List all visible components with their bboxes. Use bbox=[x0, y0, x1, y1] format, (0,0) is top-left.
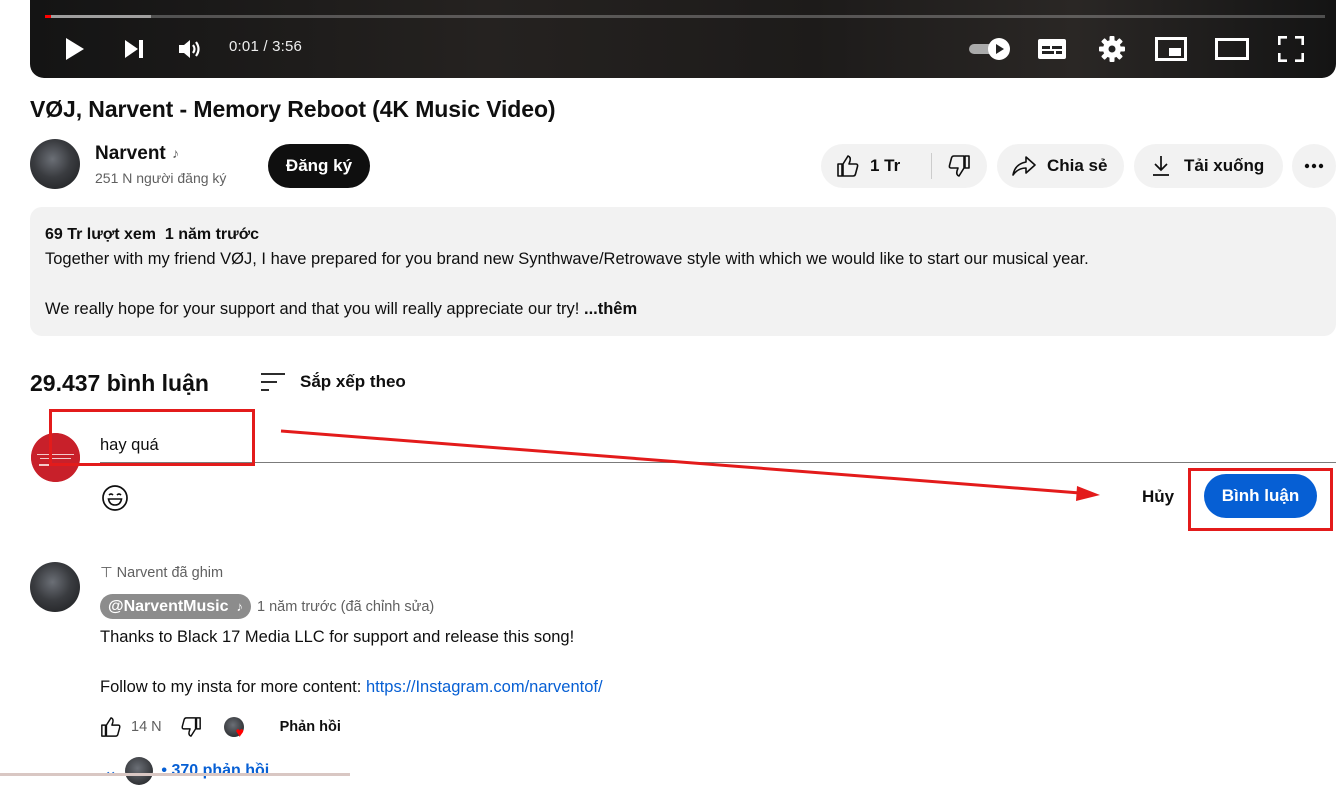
annotation-box-submit bbox=[1188, 468, 1333, 531]
pinned-indicator: ⊤ Narvent đã ghim bbox=[100, 565, 223, 581]
share-label: Chia sẻ bbox=[1047, 156, 1108, 175]
view-count: 69 Tr lượt xem bbox=[45, 226, 157, 243]
thumbs-up-icon bbox=[101, 717, 121, 737]
upload-date: 1 năm trước bbox=[164, 226, 260, 243]
description-box[interactable]: 69 Tr lượt xem 1 năm trước Together with… bbox=[30, 207, 1336, 336]
download-button[interactable]: Tải xuống bbox=[1134, 144, 1283, 188]
volume-button[interactable] bbox=[175, 34, 207, 64]
music-note-icon: ♪ bbox=[236, 599, 244, 614]
instagram-link[interactable]: https://Instagram.com/narventof/ bbox=[366, 678, 603, 696]
annotation-box-input bbox=[49, 409, 255, 466]
like-button[interactable]: 1 Tr bbox=[821, 154, 931, 178]
download-label: Tải xuống bbox=[1184, 156, 1265, 175]
like-count: 1 Tr bbox=[870, 156, 901, 175]
view-replies-button[interactable]: ⌄ • 370 phản hồi bbox=[104, 757, 269, 785]
channel-avatar[interactable] bbox=[30, 139, 80, 189]
replies-count: 370 phản hồi bbox=[171, 762, 270, 779]
comment-author-handle[interactable]: @NarventMusic ♪ bbox=[100, 594, 252, 619]
progress-bar[interactable] bbox=[45, 15, 1325, 18]
emoji-icon bbox=[102, 485, 128, 511]
play-icon bbox=[66, 38, 84, 60]
miniplayer-icon bbox=[1155, 37, 1187, 61]
autoplay-toggle[interactable] bbox=[965, 34, 1015, 64]
author-handle-text: @NarventMusic bbox=[108, 597, 229, 615]
sort-label: Sắp xếp theo bbox=[300, 372, 406, 391]
theater-mode-button[interactable] bbox=[1214, 34, 1250, 64]
comment-timestamp[interactable]: 1 năm trước (đã chỉnh sửa) bbox=[257, 599, 434, 615]
settings-button[interactable] bbox=[1097, 34, 1127, 64]
share-icon bbox=[1012, 156, 1036, 176]
subscribe-button[interactable]: Đăng ký bbox=[268, 144, 370, 188]
autoplay-toggle-icon bbox=[969, 38, 1010, 60]
channel-name[interactable]: Narvent bbox=[95, 143, 166, 165]
gear-icon bbox=[1099, 36, 1125, 62]
like-dislike-group: 1 Tr bbox=[821, 144, 987, 188]
reply-author-avatar bbox=[125, 757, 154, 785]
creator-heart-badge: ♥ bbox=[223, 717, 244, 740]
volume-icon bbox=[179, 40, 200, 58]
chevron-down-icon: ⌄ bbox=[104, 763, 118, 780]
description-line-1: Together with my friend VØJ, I have prep… bbox=[45, 250, 1089, 268]
more-horizontal-icon bbox=[1304, 163, 1324, 169]
subtitles-icon bbox=[1038, 39, 1066, 59]
sort-button[interactable]: Sắp xếp theo bbox=[260, 372, 406, 392]
play-button[interactable] bbox=[60, 34, 90, 64]
miniplayer-button[interactable] bbox=[1154, 34, 1188, 64]
comment-text-line-1: Thanks to Black 17 Media LLC for support… bbox=[100, 628, 575, 646]
cancel-button[interactable]: Hủy bbox=[1133, 476, 1183, 518]
time-display: 0:01 / 3:56 bbox=[229, 38, 303, 55]
progress-buffer bbox=[45, 15, 152, 18]
reply-button[interactable]: Phản hồi bbox=[280, 719, 341, 735]
comment-input-underline bbox=[100, 462, 1336, 463]
music-artist-icon: ♪ bbox=[172, 145, 179, 161]
description-meta: 69 Tr lượt xem 1 năm trước bbox=[45, 226, 259, 244]
comment-count: 29.437 bình luận bbox=[30, 370, 209, 396]
video-player[interactable]: 0:01 / 3:56 bbox=[30, 0, 1336, 78]
sort-icon bbox=[261, 373, 285, 391]
share-button[interactable]: Chia sẻ bbox=[997, 144, 1124, 188]
heart-icon: ♥ bbox=[235, 724, 244, 740]
comment-author-avatar[interactable] bbox=[30, 562, 80, 612]
next-button[interactable] bbox=[119, 34, 149, 64]
thumbs-down-icon bbox=[181, 717, 201, 737]
description-line-2: We really hope for your support and that… bbox=[45, 300, 637, 319]
comment-text-line-2: Follow to my insta for more content: htt… bbox=[100, 678, 603, 697]
progress-played bbox=[45, 15, 52, 18]
comment-dislike-button[interactable] bbox=[180, 716, 202, 738]
video-title: VØJ, Narvent - Memory Reboot (4K Music V… bbox=[30, 96, 556, 122]
pinned-label: Narvent đã ghim bbox=[116, 565, 224, 581]
description-more-link[interactable]: ...thêm bbox=[584, 300, 637, 318]
fullscreen-icon bbox=[1278, 36, 1304, 62]
description-line-2-text: We really hope for your support and that… bbox=[45, 300, 580, 318]
thumbs-up-icon bbox=[837, 155, 859, 177]
fullscreen-button[interactable] bbox=[1276, 34, 1306, 64]
pin-icon: ⊤ bbox=[100, 565, 113, 581]
comment-text-prefix: Follow to my insta for more content: bbox=[100, 678, 366, 696]
emoji-button[interactable] bbox=[101, 484, 129, 517]
more-actions-button[interactable] bbox=[1292, 144, 1336, 188]
comment-like-count: 14 N bbox=[131, 719, 162, 735]
comment-like-button[interactable] bbox=[100, 716, 122, 738]
subscriber-count: 251 N người đăng ký bbox=[95, 170, 227, 186]
dislike-button[interactable] bbox=[932, 154, 987, 178]
thumbs-down-icon bbox=[949, 155, 971, 177]
theater-icon bbox=[1215, 38, 1249, 60]
download-icon bbox=[1153, 156, 1169, 176]
subtitles-button[interactable] bbox=[1035, 34, 1069, 64]
replies-label: • 370 phản hồi bbox=[161, 762, 270, 779]
next-icon bbox=[125, 40, 143, 58]
comment-actions: 14 N ♥ Phản hồi bbox=[100, 714, 341, 740]
